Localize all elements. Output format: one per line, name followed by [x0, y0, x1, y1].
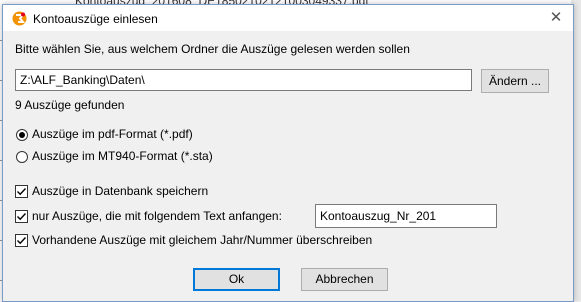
save-db-label[interactable]: Auszüge in Datenbank speichern: [32, 184, 208, 198]
overwrite-label[interactable]: Vorhandene Auszüge mit gleichem Jahr/Num…: [32, 233, 372, 247]
import-dialog: Kontoauszüge einlesen ✕ Bitte wählen Sie…: [2, 4, 574, 302]
close-icon[interactable]: ✕: [545, 8, 567, 28]
checkmark-icon: [17, 188, 27, 196]
overwrite-checkbox[interactable]: [15, 234, 28, 247]
dialog-titlebar: Kontoauszüge einlesen ✕: [3, 5, 573, 31]
app-logo-icon: [12, 11, 27, 26]
checkmark-icon: [17, 213, 27, 221]
dialog-title: Kontoauszüge einlesen: [33, 12, 158, 26]
folder-prompt: Bitte wählen Sie, aus welchem Ordner die…: [15, 42, 410, 56]
pdf-format-label[interactable]: Auszüge im pdf-Format (*.pdf): [32, 127, 193, 141]
prefix-filter-label[interactable]: nur Auszüge, die mit folgendem Text anfa…: [32, 209, 282, 223]
save-db-checkbox[interactable]: [15, 185, 28, 198]
prefix-text-field[interactable]: Kontoauszug_Nr_201: [315, 204, 497, 228]
change-folder-button[interactable]: Ändern ...: [481, 69, 549, 93]
prefix-filter-checkbox[interactable]: [15, 210, 28, 223]
found-count-text: 9 Auszüge gefunden: [15, 98, 125, 112]
checkmark-icon: [17, 237, 27, 245]
mt940-format-radio[interactable]: [16, 151, 28, 163]
folder-path-field[interactable]: Z:\ALF_Banking\Daten\: [15, 69, 472, 91]
ok-button[interactable]: Ok: [193, 268, 280, 291]
mt940-format-label[interactable]: Auszüge im MT940-Format (*.sta): [32, 149, 213, 163]
cancel-button[interactable]: Abbrechen: [301, 268, 388, 291]
pdf-format-radio[interactable]: [16, 129, 28, 141]
